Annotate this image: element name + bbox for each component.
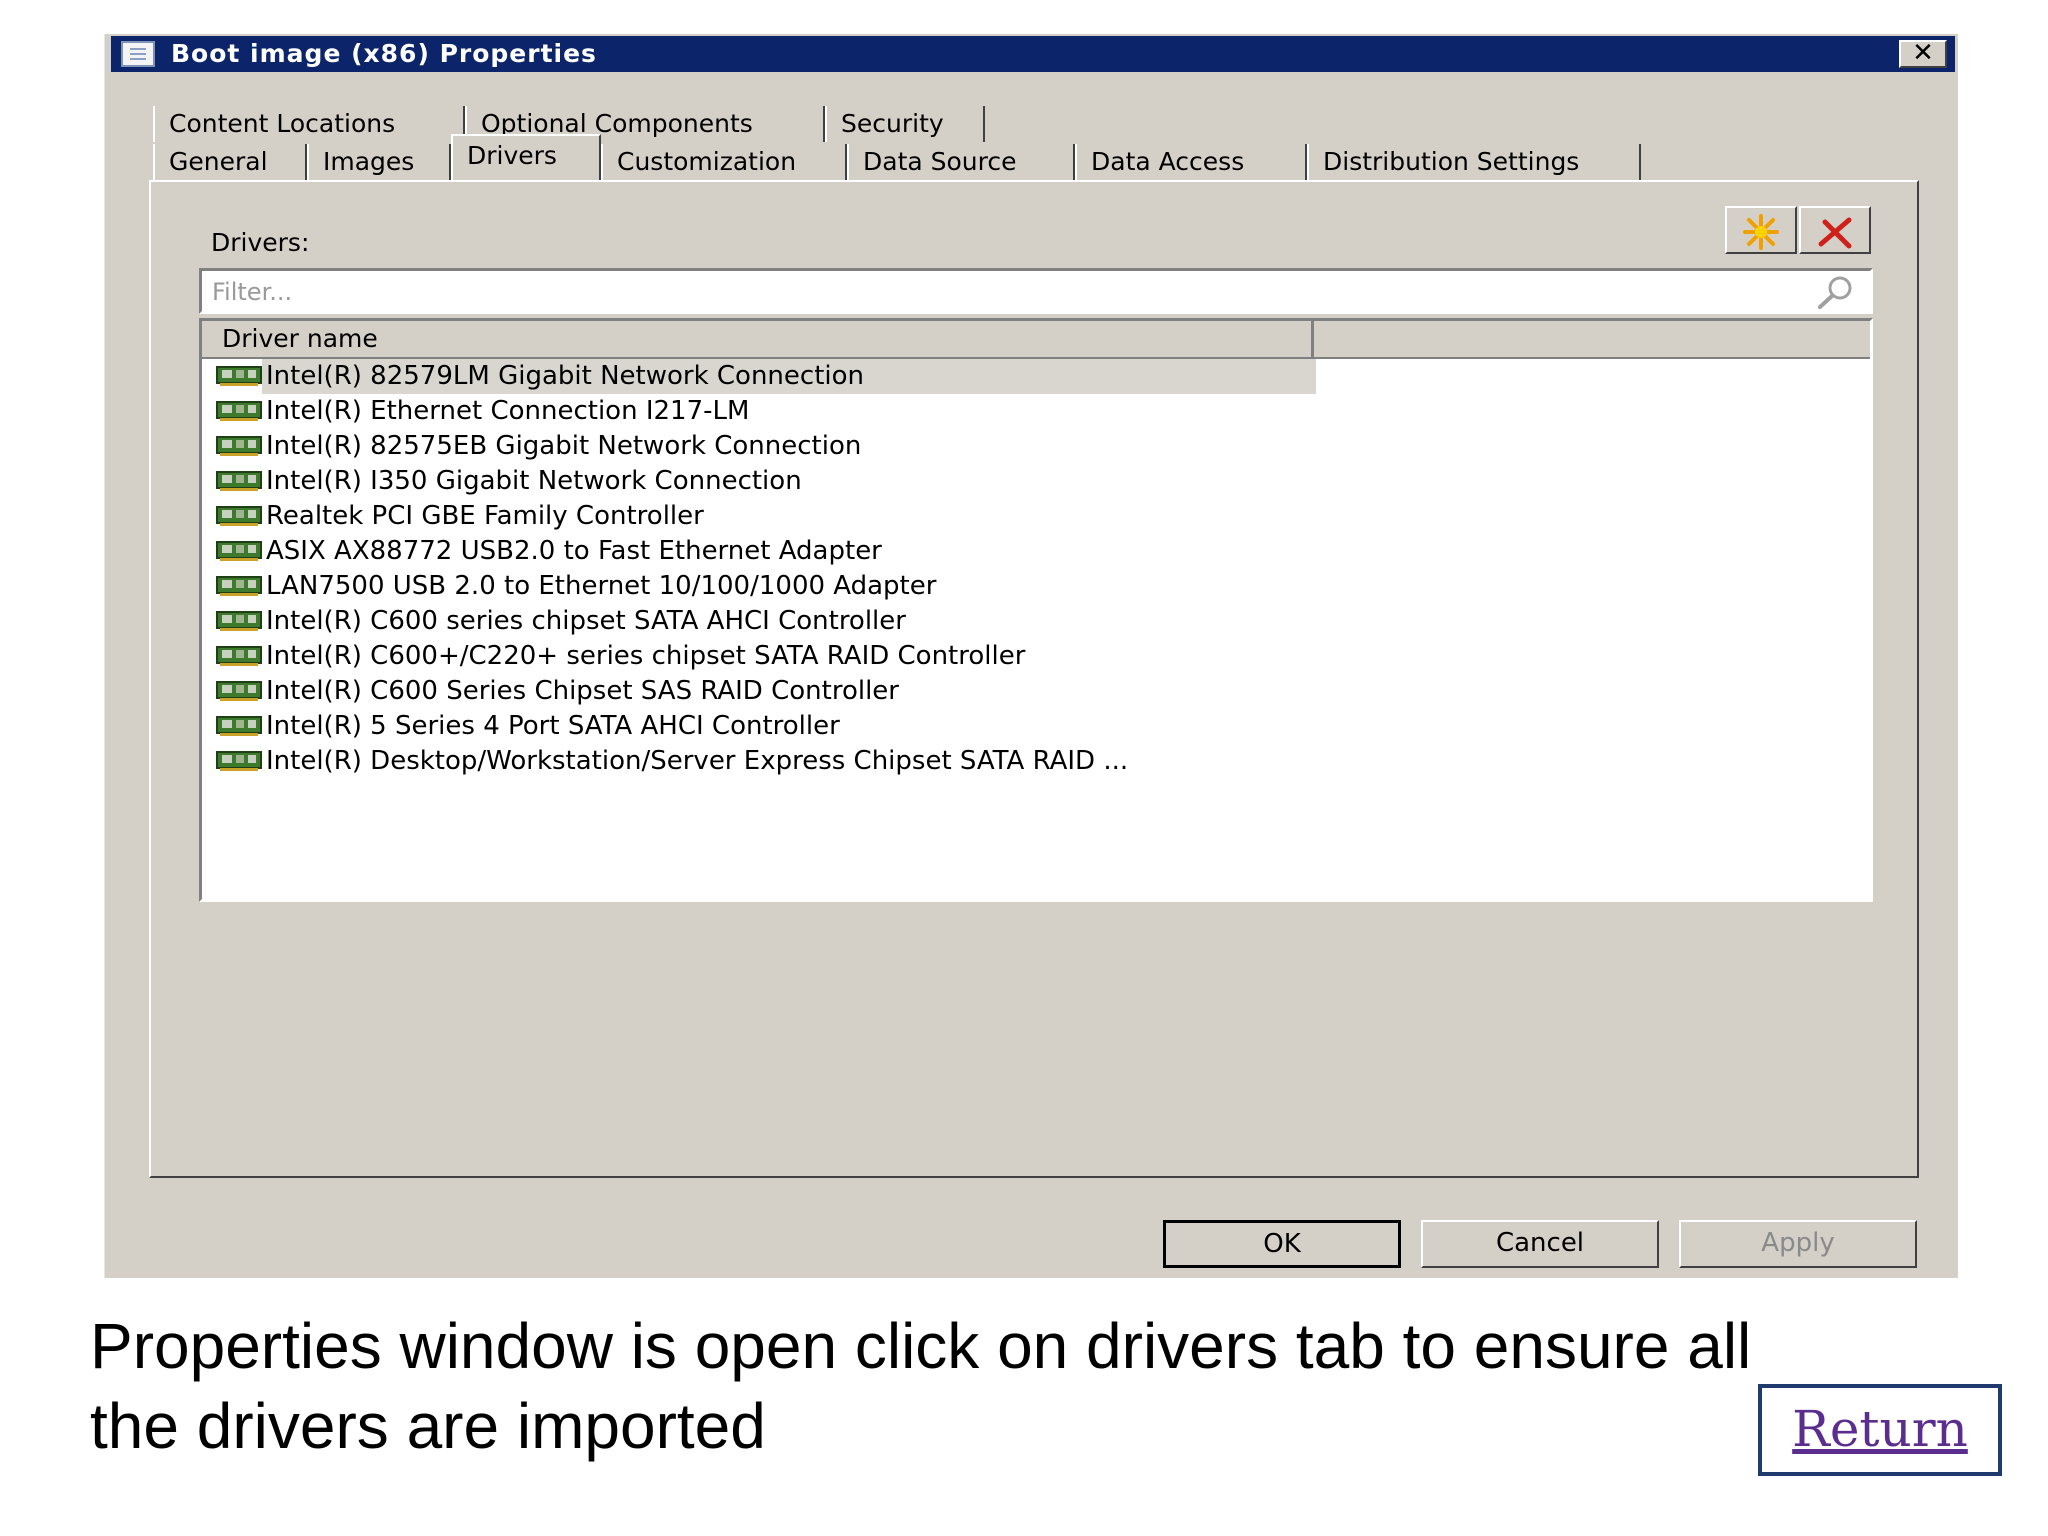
delete-x-icon: [1818, 217, 1852, 249]
network-card-icon: [216, 611, 262, 631]
tab-security[interactable]: Security: [825, 106, 985, 142]
driver-row[interactable]: Realtek PCI GBE Family Controller: [202, 499, 1870, 534]
network-card-icon: [216, 436, 262, 456]
driver-row[interactable]: Intel(R) 5 Series 4 Port SATA AHCI Contr…: [202, 709, 1870, 744]
driver-name: Intel(R) 82575EB Gigabit Network Connect…: [266, 431, 862, 461]
list-header: Driver name: [202, 321, 1870, 359]
network-card-icon: [216, 541, 262, 561]
network-card-icon: [216, 506, 262, 526]
driver-name: LAN7500 USB 2.0 to Ethernet 10/100/1000 …: [266, 571, 937, 601]
filter-input[interactable]: [210, 275, 1794, 309]
add-star-icon: [1743, 214, 1779, 250]
network-card-icon: [216, 401, 262, 421]
driver-row[interactable]: Intel(R) Desktop/Workstation/Server Expr…: [202, 744, 1870, 779]
driver-row[interactable]: LAN7500 USB 2.0 to Ethernet 10/100/1000 …: [202, 569, 1870, 604]
drivers-label: Drivers:: [211, 228, 310, 257]
drivers-list[interactable]: Driver name Intel(R) 82579LM Gigabit Net…: [199, 318, 1873, 902]
tab-customization[interactable]: Customization: [601, 144, 847, 180]
close-button[interactable]: ✕: [1899, 40, 1947, 68]
driver-name: Intel(R) 82579LM Gigabit Network Connect…: [266, 361, 864, 391]
driver-row[interactable]: Intel(R) C600 Series Chipset SAS RAID Co…: [202, 674, 1870, 709]
driver-name: Intel(R) C600 Series Chipset SAS RAID Co…: [266, 676, 899, 706]
tab-row-2: General Images Drivers Customization Dat…: [153, 134, 1753, 180]
return-link[interactable]: Return: [1758, 1384, 2002, 1476]
network-card-icon: [216, 471, 262, 491]
network-card-icon: [216, 646, 262, 666]
remove-driver-button[interactable]: [1799, 206, 1871, 254]
driver-name: ASIX AX88772 USB2.0 to Fast Ethernet Ada…: [266, 536, 882, 566]
tab-distribution-settings[interactable]: Distribution Settings: [1307, 144, 1641, 180]
network-card-icon: [216, 716, 262, 736]
driver-row[interactable]: Intel(R) C600 series chipset SATA AHCI C…: [202, 604, 1870, 639]
filter-field[interactable]: [199, 268, 1873, 314]
tab-data-access[interactable]: Data Access: [1075, 144, 1307, 180]
instruction-caption: Properties window is open click on drive…: [90, 1310, 1752, 1462]
driver-name: Intel(R) Desktop/Workstation/Server Expr…: [266, 746, 1129, 776]
tab-images[interactable]: Images: [307, 144, 451, 180]
driver-name: Intel(R) C600 series chipset SATA AHCI C…: [266, 606, 906, 636]
driver-name: Intel(R) I350 Gigabit Network Connection: [266, 466, 802, 496]
title-bar[interactable]: Boot image (x86) Properties ✕: [111, 36, 1955, 72]
apply-button[interactable]: Apply: [1679, 1220, 1917, 1268]
window-title: Boot image (x86) Properties: [171, 39, 597, 68]
column-header-driver-name[interactable]: Driver name: [202, 321, 1314, 357]
cancel-button[interactable]: Cancel: [1421, 1220, 1659, 1268]
ok-button[interactable]: OK: [1163, 1220, 1401, 1268]
tab-data-source[interactable]: Data Source: [847, 144, 1075, 180]
network-card-icon: [216, 576, 262, 596]
search-icon[interactable]: [1816, 275, 1856, 309]
properties-dialog: Boot image (x86) Properties ✕ Content Lo…: [104, 34, 1958, 1278]
tab-content-locations[interactable]: Content Locations: [153, 106, 465, 142]
network-card-icon: [216, 751, 262, 771]
driver-row[interactable]: Intel(R) Ethernet Connection I217-LM: [202, 394, 1870, 429]
properties-window-icon: [121, 41, 155, 67]
network-card-icon: [216, 366, 262, 386]
tab-drivers[interactable]: Drivers: [451, 134, 601, 180]
driver-row[interactable]: ASIX AX88772 USB2.0 to Fast Ethernet Ada…: [202, 534, 1870, 569]
driver-name: Intel(R) 5 Series 4 Port SATA AHCI Contr…: [266, 711, 840, 741]
driver-name: Intel(R) C600+/C220+ series chipset SATA…: [266, 641, 1026, 671]
driver-row[interactable]: Intel(R) 82579LM Gigabit Network Connect…: [202, 359, 1870, 394]
network-card-icon: [216, 681, 262, 701]
driver-row[interactable]: Intel(R) I350 Gigabit Network Connection: [202, 464, 1870, 499]
driver-row[interactable]: Intel(R) C600+/C220+ series chipset SATA…: [202, 639, 1870, 674]
driver-name: Realtek PCI GBE Family Controller: [266, 501, 704, 531]
driver-rows: Intel(R) 82579LM Gigabit Network Connect…: [202, 359, 1870, 779]
tab-general[interactable]: General: [153, 144, 307, 180]
driver-row[interactable]: Intel(R) 82575EB Gigabit Network Connect…: [202, 429, 1870, 464]
driver-name: Intel(R) Ethernet Connection I217-LM: [266, 396, 750, 426]
add-driver-button[interactable]: [1725, 206, 1797, 254]
